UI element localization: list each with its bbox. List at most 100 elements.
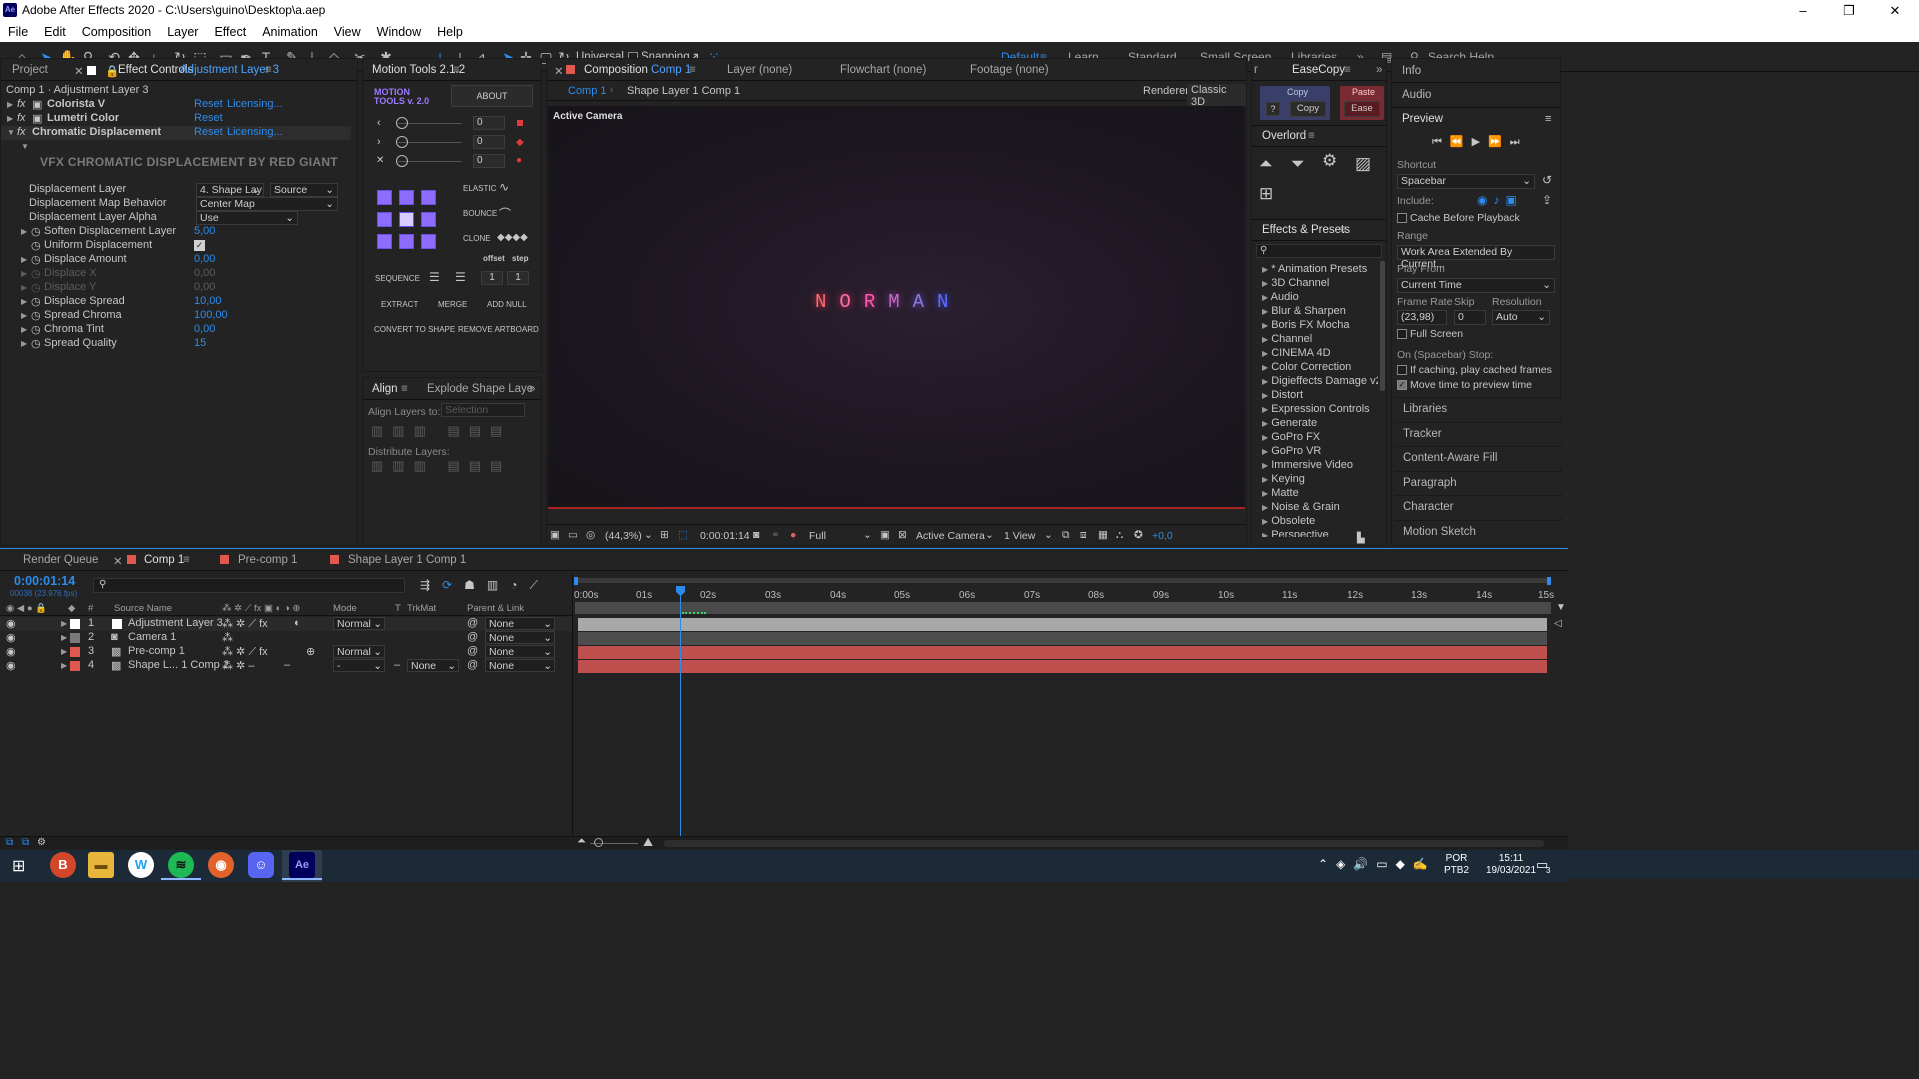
tab-composition-name[interactable]: Comp 1 [651,64,691,76]
anchor-top-right[interactable] [421,190,436,205]
toggle-switches-icon[interactable]: ⧉ [6,837,13,848]
preview-panel-tab[interactable]: Preview [1402,113,1443,125]
tab-layer[interactable]: Layer (none) [727,64,792,76]
anchor-center[interactable] [399,212,414,227]
label-color-swatch[interactable] [70,661,80,671]
last-frame-icon[interactable]: ⏭ [1510,136,1528,148]
layer-bar-adjustment[interactable] [578,618,1547,631]
label-color-swatch[interactable] [70,619,80,629]
new-folder-icon[interactable]: ▙ [1357,533,1365,544]
brave-browser-icon[interactable]: B [50,852,76,878]
stopwatch-icon[interactable]: ◷ [31,323,41,336]
expand-icon[interactable]: ▶ [21,283,27,292]
3d-layer-icon[interactable]: ⊕ [306,645,315,658]
after-effects-icon[interactable]: Ae [289,852,315,878]
language-indicator[interactable]: POR PTB2 [1444,853,1469,877]
more-panels-icon[interactable]: » [529,383,535,395]
list-item[interactable]: ▶ Perspective [1262,529,1329,537]
list-item[interactable]: ▶ Blur & Sharpen [1262,305,1346,317]
slider-knob[interactable] [396,117,408,129]
anchor-bottom-right[interactable] [421,234,436,249]
stopwatch-icon[interactable]: ◷ [31,253,41,266]
expand-icon[interactable]: ▶ [61,633,67,642]
expand-icon[interactable]: ▶ [21,227,27,236]
param-value[interactable]: 0,00 [194,253,215,265]
shy-icon[interactable]: ☗ [464,578,487,592]
licensing-link[interactable]: Licensing... [227,98,283,110]
pickwhip-icon[interactable]: @ [467,617,478,629]
play-icon[interactable]: ▶ [1472,136,1488,148]
tab-effects-presets[interactable]: Effects & Presets [1262,224,1350,236]
timeline-timecode[interactable]: 0:00:01:14 [14,574,75,588]
shortcut-select[interactable]: Spacebar ⌄ [1397,174,1535,189]
ease-button[interactable]: Ease [1344,101,1380,117]
list-item[interactable]: ▶ Channel [1262,333,1312,345]
monitor-icon[interactable]: ▭ [568,529,578,541]
red-circle-icon[interactable]: ● [516,155,522,166]
expand-icon[interactable]: ▶ [61,647,67,656]
info-panel-tab[interactable]: Info [1402,65,1421,77]
table-row[interactable]: ◉ ▶ 4 ▩ Shape L... 1 Comp 1 ⁂ ✲ – – - ⌄ –… [0,659,572,673]
param-value[interactable]: 15 [194,337,206,349]
tab-explode-shape[interactable]: Explode Shape Laye [427,383,533,395]
collapse-switch-icon[interactable]: – [284,659,290,671]
layer-name[interactable]: Camera 1 [128,631,176,643]
stopwatch-icon[interactable]: ◷ [31,309,41,322]
first-frame-icon[interactable]: ⏮ [1432,136,1450,148]
expand-icon[interactable]: ▶ [21,297,27,306]
list-item[interactable]: ▶ CINEMA 4D [1262,347,1331,359]
overlay-include-icon[interactable]: ▣ [1505,193,1522,207]
play-from-select[interactable]: Current Time ⌄ [1397,278,1555,293]
effects-scrollbar[interactable] [1380,261,1385,391]
camera-snapshot-icon[interactable]: ◙ [753,529,759,541]
extract-button[interactable]: EXTRACT [381,300,418,309]
anchor-mid-right[interactable] [421,212,436,227]
param-value[interactable]: 0,00 [194,323,215,335]
clone-label[interactable]: CLONE [463,234,491,243]
anchor-top-left[interactable] [377,190,392,205]
menu-composition[interactable]: Composition [82,25,151,39]
layer-bar-shape-layer[interactable] [578,660,1547,673]
sequence-forward-icon[interactable]: ☰ [429,270,440,284]
vr-icon[interactable]: ◎ [586,529,595,541]
next-frame-icon[interactable]: ⏩ [1488,136,1510,148]
graph-editor-icon[interactable]: ⟋ [529,578,549,592]
frame-blend-icon[interactable]: ▥ [487,578,510,592]
chevron-up-icon[interactable]: ⌃ [1318,857,1336,871]
tab-render-queue[interactable]: Render Queue [23,554,98,566]
add-null-button[interactable]: ADD NULL [487,300,527,309]
param-value[interactable]: 10,00 [194,295,222,307]
timeline-icon[interactable]: ▦ [1098,529,1108,541]
pickwhip-icon[interactable]: @ [467,659,478,671]
layer-bar-camera[interactable] [578,632,1547,645]
resolution-grid-icon[interactable]: ⊞ [660,529,669,541]
overlord-image-icon[interactable]: ▨ [1355,154,1371,174]
layer-name[interactable]: Adjustment Layer 3 [128,617,223,629]
expand-icon[interactable]: ▶ [21,311,27,320]
range-select[interactable]: Work Area Extended By Current... [1397,245,1555,270]
prev-frame-icon[interactable]: ⏪ [1450,136,1472,148]
pickwhip-icon[interactable]: @ [467,631,478,643]
panel-menu-icon[interactable]: ≡ [1340,224,1347,236]
parent-select[interactable]: None ⌄ [485,659,555,672]
zoom-in-icon[interactable]: ⛰ [643,835,653,850]
panel-menu-icon[interactable]: ≡ [1308,130,1315,142]
zoom-slider-knob[interactable] [594,838,603,847]
list-item[interactable]: ▶ Noise & Grain [1262,501,1340,513]
parent-select[interactable]: None ⌄ [485,645,555,658]
fx-icon[interactable]: fx [17,112,26,124]
network-icon[interactable]: ▭ [1376,857,1395,871]
origin-icon[interactable]: ◉ [208,852,234,878]
toggle-modes-icon[interactable]: ⧉ [22,837,29,848]
collapse-icon[interactable]: ▼ [21,142,29,151]
camera-view-select[interactable]: Active Camera [916,530,985,542]
file-explorer-icon[interactable]: ▬ [88,852,114,878]
eye-icon[interactable]: ◉ [6,645,16,658]
help-button[interactable]: ? [1266,102,1280,116]
audio-panel-tab[interactable]: Audio [1402,89,1431,101]
list-item[interactable]: ▶ Boris FX Mocha [1262,319,1349,331]
renderer-select[interactable]: Classic 3D [1187,84,1246,108]
stopwatch-icon[interactable]: ◷ [31,225,41,238]
slider-value-input[interactable]: 0 [473,135,505,149]
about-button[interactable]: ABOUT [451,85,533,107]
